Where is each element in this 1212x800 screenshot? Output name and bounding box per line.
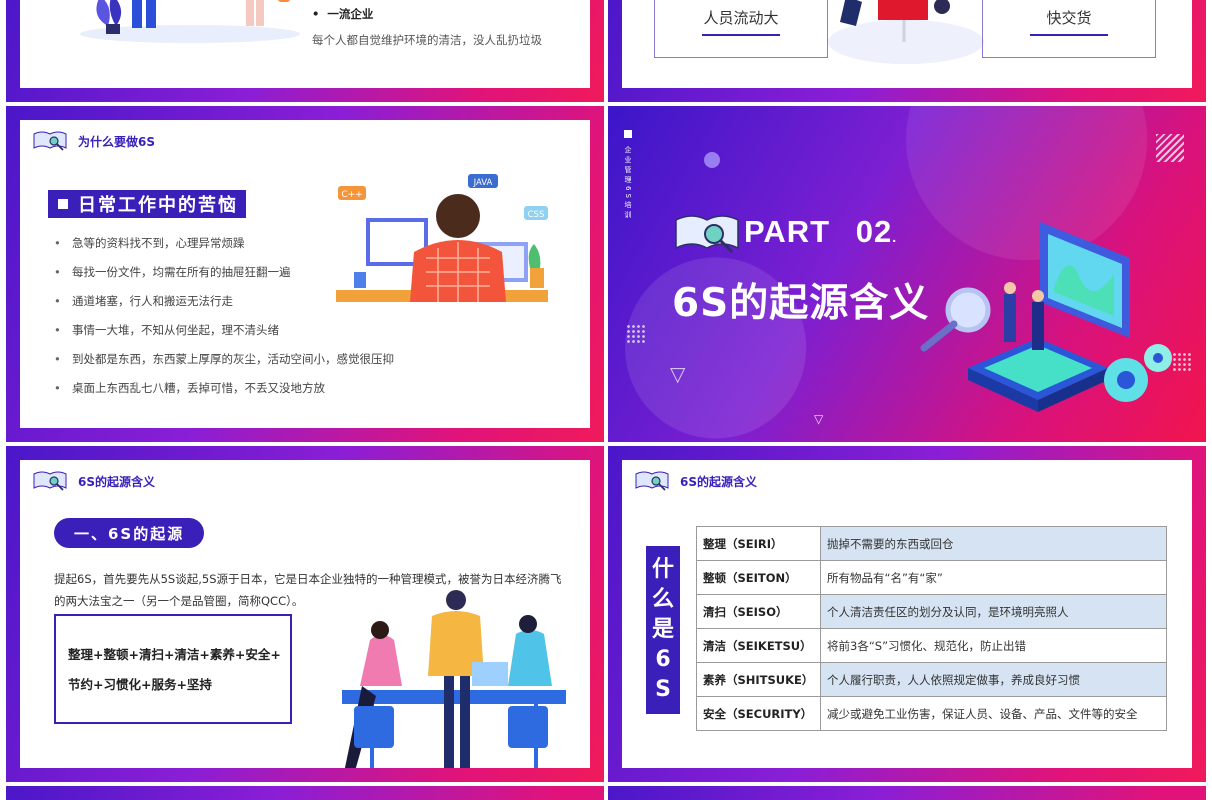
slide-header: 6S的起源含义 xyxy=(32,470,155,492)
meeting-illustration xyxy=(828,0,984,64)
definition-table: 整理（SEIRI） 抛掉不需要的东西或回仓 整顿（SEITON） 所有物品有“名… xyxy=(696,526,1167,731)
slide-card: • 一流企业 每个人都自觉维护环境的清洁，没人乱扔垃圾 xyxy=(20,0,590,88)
table-row: 素养（SHITSUKE） 个人履行职责，人人依照规定做事，养成良好习惯 xyxy=(696,662,1167,697)
box-left: 人员流动大 xyxy=(654,0,828,58)
bullet-title: • 一流企业 xyxy=(312,7,374,21)
list-item: 桌面上东西乱七八糟，丢掉可惜，不丢又没地方放 xyxy=(54,374,394,403)
header-title: 6S的起源含义 xyxy=(680,474,757,489)
vertical-title: 什 么 是 6 S xyxy=(646,546,680,714)
book-magnifier-icon xyxy=(33,131,67,151)
part-title: 6S的起源含义 xyxy=(672,281,930,326)
table-row: 整顿（SEITON） 所有物品有“名”有“家” xyxy=(696,560,1167,595)
dot-grid-decor xyxy=(626,324,646,344)
tag-css: CSS xyxy=(528,210,545,220)
slide-header: 为什么要做6S xyxy=(32,130,155,152)
triangle-small-icon: ▽ xyxy=(814,412,824,426)
tag-cpp: C++ xyxy=(341,190,362,200)
table-row: 整理（SEIRI） 抛掉不需要的东西或回仓 xyxy=(696,526,1167,561)
slide-definition[interactable]: 6S的起源含义 什 么 是 6 S 整理（SEIRI） 抛掉不需要的东西或回仓 … xyxy=(608,446,1206,782)
analytics-illustration xyxy=(920,222,1172,412)
list-item: 事情一大堆，不知从何坐起，理不清头绪 xyxy=(54,316,394,345)
slide-origin[interactable]: 6S的起源含义 一、6S的起源 提起6S，首先要先从5S谈起,5S源于日本，它是… xyxy=(6,446,604,782)
bullet-desc: 每个人都自觉维护环境的清洁，没人乱扔垃圾 xyxy=(312,33,542,47)
section-pill: 一、6S的起源 xyxy=(54,518,205,548)
book-magnifier-icon xyxy=(675,215,739,254)
slide-bottom-left[interactable] xyxy=(6,786,604,800)
slide-card: 6S的起源含义 什 么 是 6 S 整理（SEIRI） 抛掉不需要的东西或回仓 … xyxy=(622,460,1192,768)
header-title: 为什么要做6S xyxy=(78,134,155,149)
section-title: 日常工作中的苦恼 xyxy=(48,190,246,218)
slide-header: 6S的起源含义 xyxy=(634,470,757,492)
list-item: 到处都是东西，东西蒙上厚厚的灰尘，活动空间小，感觉很压抑 xyxy=(54,345,394,374)
part-label: PART 02. xyxy=(744,214,898,249)
elements-box: 整理+整顿+清扫+清洁+素养+安全+ 节约+习惯化+服务+坚持 xyxy=(54,614,292,724)
table-row: 清扫（SEISO） 个人清洁责任区的划分及认同，是环境明亮照人 xyxy=(696,594,1167,629)
team-illustration xyxy=(342,590,566,768)
circle-decor xyxy=(704,152,720,168)
box-right: 快交货 xyxy=(982,0,1156,58)
table-row: 安全（SECURITY） 减少或避免工业伤害，保证人员、设备、产品、文件等的安全 xyxy=(696,696,1167,731)
people-illustration xyxy=(80,0,300,43)
slide-card: 人员流动大 快交货 xyxy=(622,0,1192,88)
stripe-square-icon xyxy=(1156,134,1184,162)
vertical-caption: 企业管理6S培训 xyxy=(622,130,634,221)
slide-card: 6S的起源含义 一、6S的起源 提起6S，首先要先从5S谈起,5S源于日本，它是… xyxy=(20,460,590,768)
book-magnifier-icon xyxy=(33,471,67,491)
slide-top-right[interactable]: 人员流动大 快交货 xyxy=(608,0,1206,102)
table-row: 清洁（SEIKETSU） 将前3各“S”习惯化、规范化，防止出错 xyxy=(696,628,1167,663)
header-title: 6S的起源含义 xyxy=(78,474,155,489)
slide-card: 为什么要做6S 日常工作中的苦恼 急等的资料找不到，心理异常烦躁 每找一份文件，… xyxy=(20,120,590,428)
triangle-outline-icon: ▽ xyxy=(670,362,686,386)
programmer-illustration: C++ JAVA CSS xyxy=(336,174,548,302)
slide-bottom-right[interactable] xyxy=(608,786,1206,800)
slide-top-left[interactable]: • 一流企业 每个人都自觉维护环境的清洁，没人乱扔垃圾 xyxy=(6,0,604,102)
slide-part-cover[interactable]: 企业管理6S培训 ▽ ▽ PART 02. 6S的起源含义 xyxy=(608,106,1206,442)
tag-java: JAVA xyxy=(473,178,493,188)
slide-troubles[interactable]: 为什么要做6S 日常工作中的苦恼 急等的资料找不到，心理异常烦躁 每找一份文件，… xyxy=(6,106,604,442)
book-magnifier-icon xyxy=(635,471,669,491)
